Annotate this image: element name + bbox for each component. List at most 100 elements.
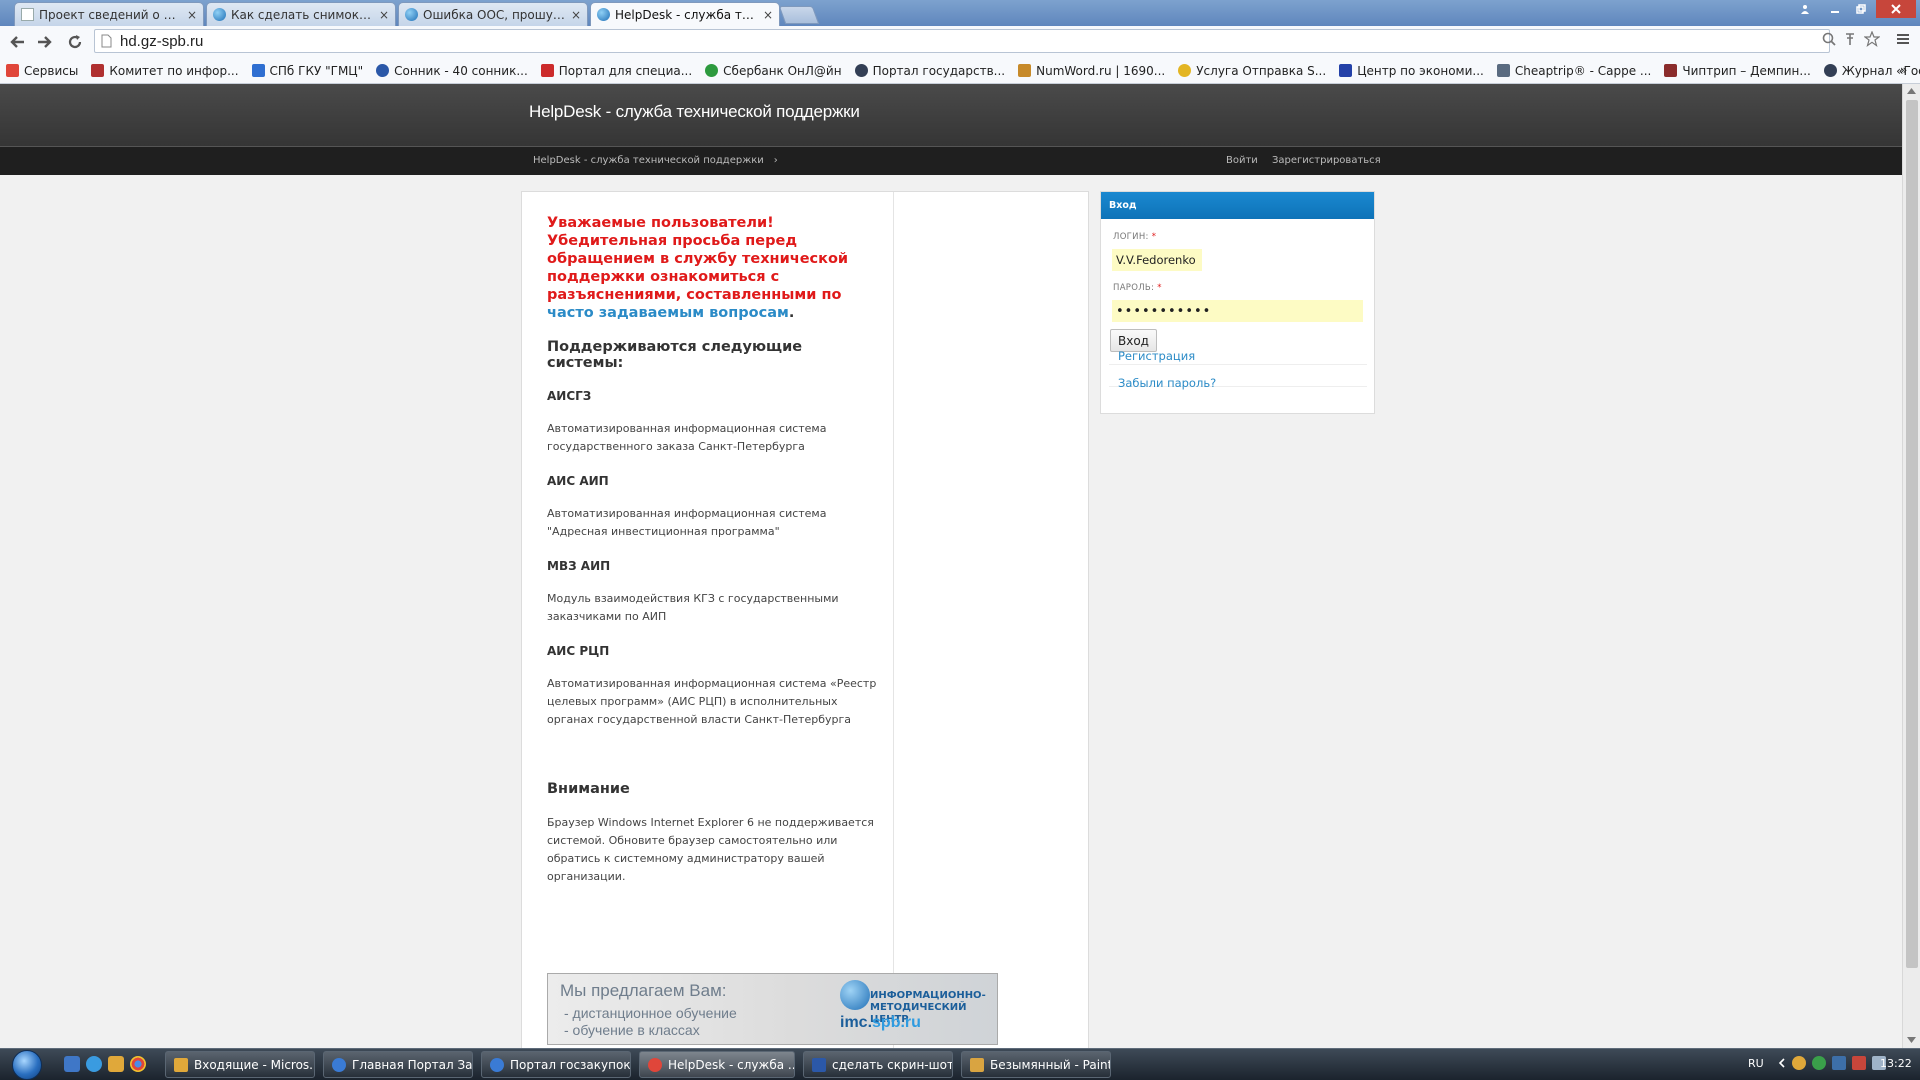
user-icon[interactable] [1792,0,1818,18]
breadcrumb-home-link[interactable]: HelpDesk - служба технической поддержки [533,155,764,166]
tab-oos-error[interactable]: Ошибка ООС, прошу по × [398,2,588,26]
password-input[interactable] [1112,300,1363,322]
extension-icon[interactable] [1844,31,1856,50]
system-tray [1778,1056,1886,1070]
favicon-icon [1823,64,1837,77]
tab-strip: Проект сведений о внесе × Как сделать сн… [0,0,1920,26]
tab-screenshot-howto[interactable]: Как сделать снимок экра × [206,2,396,26]
login-input[interactable] [1112,249,1202,271]
nav-login-link[interactable]: Войти [1226,155,1258,166]
taskbar-item-label: Безымянный - Paint [990,1057,1111,1072]
globe-logo-icon [840,980,870,1010]
forward-button[interactable] [32,29,58,55]
scroll-thumb[interactable] [1906,100,1918,968]
taskbar-item-outlook[interactable]: Входящие - Micros... [165,1051,315,1078]
internet-explorer-icon [332,1057,346,1072]
bookmark-item[interactable]: Комитет по инфор... [91,64,239,78]
article: Уважаемые пользователи! Убедительная про… [547,214,877,886]
reload-button[interactable] [62,29,88,55]
bookmark-item[interactable]: Чиптрип – Демпин... [1664,64,1811,78]
imc-banner[interactable]: Мы предлагаем Вам: - дистанционное обуче… [547,973,998,1045]
bookmark-item[interactable]: Сбербанк ОнЛ@йн [705,64,842,78]
internet-explorer-icon[interactable] [86,1056,102,1072]
tray-app-icon[interactable] [1792,1056,1806,1070]
bookmark-item[interactable]: Портал для специа... [540,63,693,78]
system-name: АИС АИП [547,474,609,488]
scroll-up-icon[interactable] [1907,87,1916,96]
bookmark-label: Сервисы [24,63,79,78]
bookmark-star-icon[interactable] [1863,30,1881,51]
browser-toolbar: hd.gz-spb.ru [0,26,1920,59]
bookmark-label: Портал для специа... [558,63,693,78]
page-icon [21,8,34,21]
tab-helpdesk[interactable]: HelpDesk - служба техни × [590,2,780,26]
user-notice: Уважаемые пользователи! Убедительная про… [547,214,877,322]
close-tab-icon[interactable]: × [763,8,773,22]
bookmark-label: СПб ГКУ "ГМЦ" [269,63,364,78]
taskbar-item-word[interactable]: сделать скрин-шот... [803,1051,953,1078]
system-name: АИС РЦП [547,644,610,658]
close-tab-icon[interactable]: × [571,8,581,22]
menu-icon[interactable] [1896,31,1910,50]
bookmark-item[interactable]: Сонник - 40 сонник... [376,64,528,78]
close-tab-icon[interactable]: × [187,8,197,22]
chrome-icon[interactable] [130,1056,146,1072]
globe-icon [405,8,418,21]
banner-item: - обучение в классах [564,1022,700,1038]
taskbar-item-label: Портал госзакупок... [510,1057,631,1072]
divider [1109,364,1367,365]
faq-link[interactable]: часто задаваемым вопросам [547,305,789,321]
url-text: hd.gz-spb.ru [120,32,204,50]
outlook-icon[interactable] [108,1056,124,1072]
favicon-icon [540,64,554,77]
globe-icon [597,8,610,21]
tray-app-icon[interactable] [1812,1056,1826,1070]
bookmark-item[interactable]: СПб ГКУ "ГМЦ" [251,63,364,78]
taskbar-item-ie-goszakupki[interactable]: Портал госзакупок... [481,1051,631,1078]
bookmark-services[interactable]: Сервисы [6,64,78,78]
taskbar-item-chrome-helpdesk[interactable]: HelpDesk - служба ... [639,1051,795,1078]
login-label-text: ЛОГИН: [1113,232,1149,242]
address-bar[interactable]: hd.gz-spb.ru [94,29,1830,53]
search-icon[interactable] [1822,31,1836,50]
taskbar-item-label: HelpDesk - служба ... [668,1057,795,1072]
page-scrollbar[interactable] [1902,84,1920,1048]
nav-register-link[interactable]: Зарегистрироваться [1272,155,1381,166]
restore-icon[interactable] [1848,0,1874,18]
breadcrumb: HelpDesk - служба технической поддержки › [533,155,778,166]
required-mark: * [1151,232,1157,242]
system-name: АИСГЗ [547,389,592,403]
main-content-panel: Уважаемые пользователи! Убедительная про… [521,191,1089,1048]
tab-label: Ошибка ООС, прошу по [423,7,566,22]
taskbar-item-paint[interactable]: Безымянный - Paint [961,1051,1111,1078]
register-link[interactable]: Регистрация [1118,349,1195,363]
bookmarks-overflow-button[interactable]: » [1900,63,1907,77]
flag-icon[interactable] [1852,1056,1866,1070]
arrow-left-icon [10,36,24,48]
network-icon[interactable] [1832,1056,1846,1070]
bookmark-item[interactable]: Услуга Отправка S... [1178,64,1326,78]
tray-expand-icon[interactable] [1778,1056,1786,1070]
taskbar-item-label: Главная Портал За... [352,1057,473,1072]
scroll-down-icon[interactable] [1907,1036,1916,1045]
show-desktop-icon[interactable] [64,1056,80,1072]
minimize-icon[interactable] [1822,0,1848,18]
new-tab-button[interactable] [778,6,820,24]
close-window-icon[interactable] [1876,0,1916,18]
back-button[interactable] [4,29,30,55]
favicon-icon [1339,64,1353,77]
site-title[interactable]: HelpDesk - служба технической поддержки [529,102,860,122]
globe-icon [213,8,226,21]
start-button[interactable] [5,1049,49,1080]
clock[interactable]: 13:22 [1880,1057,1912,1070]
close-tab-icon[interactable]: × [379,8,389,22]
bookmark-item[interactable]: Портал государств... [854,64,1005,78]
bookmark-item[interactable]: Cheaptrip® - Сарре ... [1496,64,1651,78]
forgot-password-link[interactable]: Забыли пароль? [1118,376,1216,390]
bookmark-item[interactable]: NumWord.ru | 1690... [1018,64,1165,78]
favicon-icon [91,64,105,77]
language-indicator[interactable]: RU [1748,1057,1764,1070]
bookmark-item[interactable]: Центр по экономи... [1339,64,1484,78]
tab-project-info[interactable]: Проект сведений о внесе × [14,2,204,26]
taskbar-item-ie-portal[interactable]: Главная Портал За... [323,1051,473,1078]
